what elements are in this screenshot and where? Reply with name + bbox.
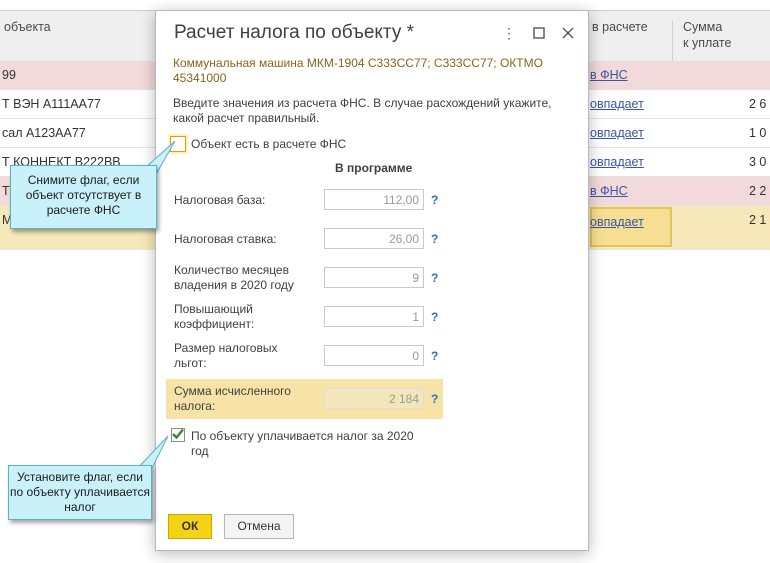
check-hint-callout: Установите флаг, если по объекту уплачив… [8, 465, 152, 520]
uncheck-hint-callout: Снимите флаг, если объект отсутствует в … [10, 165, 157, 229]
